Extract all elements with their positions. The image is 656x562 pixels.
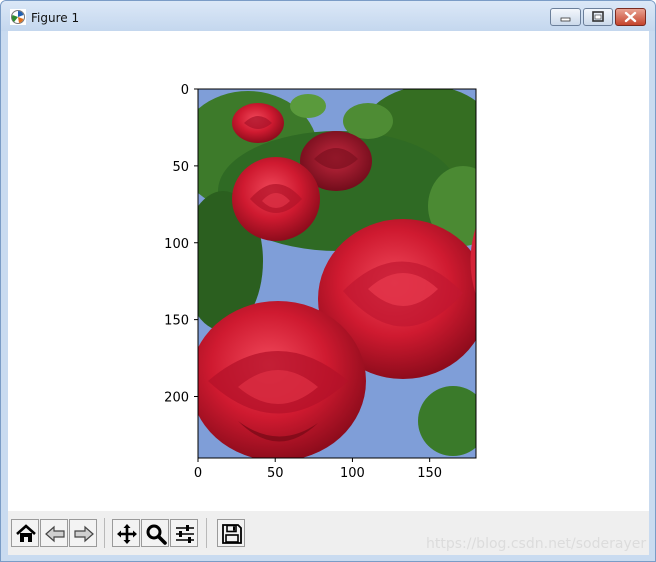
back-button[interactable] xyxy=(40,519,68,547)
save-icon xyxy=(222,524,242,544)
x-tick-label: 150 xyxy=(417,466,442,481)
figure-canvas-area: 0 50 100 150 0 50 100 150 200 xyxy=(8,31,649,555)
forward-button[interactable] xyxy=(69,519,97,547)
arrow-right-icon xyxy=(74,525,94,543)
home-icon xyxy=(16,524,36,542)
toolbar-separator xyxy=(206,518,207,548)
arrow-left-icon xyxy=(45,525,65,543)
pan-button[interactable] xyxy=(112,519,140,547)
y-tick-label: 50 xyxy=(172,160,189,175)
move-icon xyxy=(117,524,137,544)
y-tick-label: 150 xyxy=(164,314,189,329)
close-icon xyxy=(624,11,637,23)
matplotlib-figure-icon xyxy=(10,9,26,25)
maximize-icon xyxy=(592,11,604,22)
home-button[interactable] xyxy=(11,519,39,547)
watermark-text: https://blog.csdn.net/soderayer xyxy=(426,536,647,552)
x-tick-label: 50 xyxy=(267,466,284,481)
zoom-icon xyxy=(146,524,167,545)
y-tick-label: 100 xyxy=(164,237,189,252)
close-button[interactable] xyxy=(615,8,646,26)
x-tick-label: 100 xyxy=(340,466,365,481)
zoom-button[interactable] xyxy=(141,519,169,547)
y-tick-label: 0 xyxy=(181,83,189,98)
save-button[interactable] xyxy=(217,519,245,547)
image-plot xyxy=(198,89,476,458)
figure-window: Figure 1 0 50 100 150 0 50 100 150 200 h… xyxy=(0,0,656,562)
x-tick-label: 0 xyxy=(194,466,202,481)
y-tick-label: 200 xyxy=(164,391,189,406)
minimize-button[interactable] xyxy=(550,8,581,26)
sliders-icon xyxy=(176,525,194,543)
maximize-button[interactable] xyxy=(583,8,613,26)
y-axis: 0 50 100 150 200 xyxy=(164,83,198,406)
figure-canvas[interactable]: 0 50 100 150 0 50 100 150 200 xyxy=(8,31,649,511)
configure-subplots-button[interactable] xyxy=(170,519,198,547)
title-bar[interactable]: Figure 1 xyxy=(1,1,655,31)
x-axis: 0 50 100 150 xyxy=(194,458,442,481)
toolbar-separator xyxy=(104,518,105,548)
minimize-icon xyxy=(560,17,571,22)
window-title: Figure 1 xyxy=(31,11,80,25)
